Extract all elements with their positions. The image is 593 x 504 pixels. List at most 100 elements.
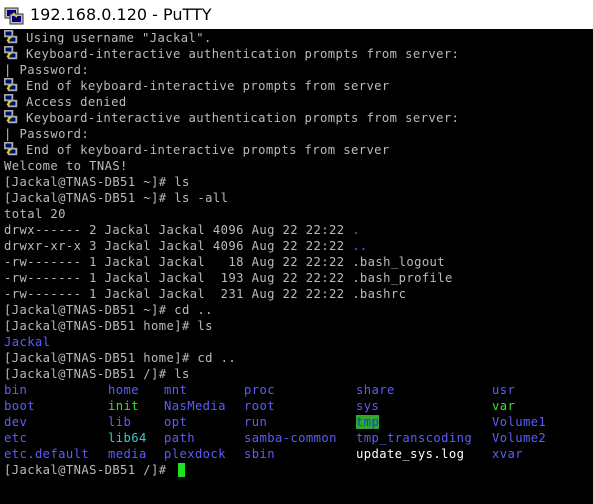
directory-entry-name: xvar — [492, 447, 523, 461]
directory-entry-name: Volume1 — [492, 415, 547, 429]
directory-entry: proc — [244, 382, 356, 398]
key-icon — [4, 142, 18, 156]
directory-entry-name: run — [244, 415, 268, 429]
directory-entry-name: boot — [4, 399, 35, 413]
directory-entry-name: Volume2 — [492, 431, 547, 445]
listing-filename: .. — [352, 239, 368, 253]
auth-line: Access denied — [4, 94, 593, 110]
listing-meta: -rw------- 1 Jackal Jackal 18 Aug 22 22:… — [4, 255, 353, 269]
ls-row: etc.default media plexdock sbin update_sys.l… — [4, 446, 593, 462]
directory-entry: Volume2 — [492, 430, 592, 446]
auth-line-text: Using username "Jackal". — [26, 31, 212, 45]
window-title: 192.168.0.120 - PuTTY — [30, 5, 212, 24]
auth-line-text: | Password: — [4, 127, 90, 141]
directory-entry-name: dev — [4, 415, 28, 429]
listing-meta: drwx------ 2 Jackal Jackal 4096 Aug 22 2… — [4, 223, 353, 237]
command-line: [Jackal@TNAS-DB51 ~]# ls — [4, 175, 190, 189]
auth-line-text: | Password: — [4, 63, 90, 77]
directory-entry: opt — [164, 414, 244, 430]
directory-entry-name: home — [108, 383, 139, 397]
welcome-message: Welcome to TNAS! — [4, 159, 128, 173]
command-line: [Jackal@TNAS-DB51 ~]# cd .. — [4, 303, 213, 317]
directory-entry: samba-common — [244, 430, 356, 446]
listing-row: -rw------- 1 Jackal Jackal 193 Aug 22 22… — [4, 270, 593, 286]
command-line: [Jackal@TNAS-DB51 home]# ls — [4, 319, 213, 333]
directory-entry-name: sbin — [244, 447, 275, 461]
auth-line: | Password: — [4, 126, 593, 142]
key-icon — [4, 78, 18, 92]
auth-line: Using username "Jackal". — [4, 30, 593, 46]
command-line: [Jackal@TNAS-DB51 home]# cd .. — [4, 351, 237, 365]
directory-entry: dev — [4, 414, 108, 430]
directory-entry-name: path — [164, 431, 195, 445]
auth-line-text: End of keyboard-interactive prompts from… — [26, 143, 390, 157]
auth-line: | Password: — [4, 62, 593, 78]
directory-entry-name: samba-common — [244, 431, 337, 445]
key-icon — [4, 30, 18, 44]
directory-entry-name: bin — [4, 383, 28, 397]
directory-entry-name: var — [492, 399, 516, 413]
directory-entry-name: tmp — [356, 415, 380, 429]
title-bar[interactable]: 192.168.0.120 - PuTTY — [0, 0, 593, 29]
listing-filename: .bash_logout — [352, 255, 446, 269]
shell-prompt: [Jackal@TNAS-DB51 /]# — [4, 463, 175, 477]
directory-entry: etc — [4, 430, 108, 446]
directory-entry: usr — [492, 382, 592, 398]
directory-entry-name: media — [108, 447, 147, 461]
directory-entry-name: etc.default — [4, 447, 90, 461]
directory-entry-name: lib64 — [108, 431, 147, 445]
directory-entry-name: etc — [4, 431, 28, 445]
prompt-line: [Jackal@TNAS-DB51 /]# — [4, 462, 593, 478]
directory-entry-name: usr — [492, 383, 516, 397]
terminal-screen[interactable]: Using username "Jackal". Keyboard-interac… — [0, 29, 593, 504]
directory-entry-name: proc — [244, 383, 275, 397]
text-cursor — [178, 463, 186, 477]
directory-entry: mnt — [164, 382, 244, 398]
putty-window: 192.168.0.120 - PuTTY Using username "Ja… — [0, 0, 593, 504]
directory-entry: sbin — [244, 446, 356, 462]
directory-entry: Jackal — [4, 335, 51, 349]
listing-row: -rw------- 1 Jackal Jackal 231 Aug 22 22… — [4, 286, 593, 302]
listing-meta: drwxr-xr-x 3 Jackal Jackal 4096 Aug 22 2… — [4, 239, 353, 253]
directory-entry: init — [108, 398, 164, 414]
auth-line: End of keyboard-interactive prompts from… — [4, 78, 593, 94]
directory-entry: plexdock — [164, 446, 244, 462]
directory-entry: home — [108, 382, 164, 398]
directory-entry: Volume1 — [492, 414, 592, 430]
directory-entry: sys — [356, 398, 492, 414]
key-icon — [4, 46, 18, 60]
directory-entry: root — [244, 398, 356, 414]
ls-row: etc lib64 path samba-common tmp_transcoding V… — [4, 430, 593, 446]
command-line: [Jackal@TNAS-DB51 ~]# ls -all — [4, 191, 229, 205]
listing-meta: -rw------- 1 Jackal Jackal 231 Aug 22 22… — [4, 287, 353, 301]
directory-entry: run — [244, 414, 356, 430]
auth-line: Keyboard-interactive authentication prom… — [4, 46, 593, 62]
directory-entry: lib — [108, 414, 164, 430]
auth-line: End of keyboard-interactive prompts from… — [4, 142, 593, 158]
auth-line-text: Keyboard-interactive authentication prom… — [26, 111, 460, 125]
listing-row: drwxr-xr-x 3 Jackal Jackal 4096 Aug 22 2… — [4, 238, 593, 254]
directory-entry: share — [356, 382, 492, 398]
output-line: total 20 — [4, 207, 66, 221]
directory-entry-name: root — [244, 399, 275, 413]
directory-entry: path — [164, 430, 244, 446]
auth-line: Keyboard-interactive authentication prom… — [4, 110, 593, 126]
listing-meta: -rw------- 1 Jackal Jackal 193 Aug 22 22… — [4, 271, 353, 285]
directory-entry: boot — [4, 398, 108, 414]
auth-line-text: Access denied — [26, 95, 127, 109]
listing-filename: .bashrc — [352, 287, 407, 301]
directory-entry: bin — [4, 382, 108, 398]
directory-entry-name: NasMedia — [164, 399, 226, 413]
directory-entry: xvar — [492, 446, 592, 462]
directory-entry: tmp — [356, 414, 492, 430]
auth-line-text: End of keyboard-interactive prompts from… — [26, 79, 390, 93]
key-icon — [4, 110, 18, 124]
directory-entry-name: tmp_transcoding — [356, 431, 473, 445]
directory-entry: media — [108, 446, 164, 462]
listing-row: -rw------- 1 Jackal Jackal 18 Aug 22 22:… — [4, 254, 593, 270]
directory-entry: lib64 — [108, 430, 164, 446]
directory-entry: NasMedia — [164, 398, 244, 414]
directory-entry-name: lib — [108, 415, 132, 429]
directory-entry-name: sys — [356, 399, 380, 413]
auth-line-text: Keyboard-interactive authentication prom… — [26, 47, 460, 61]
